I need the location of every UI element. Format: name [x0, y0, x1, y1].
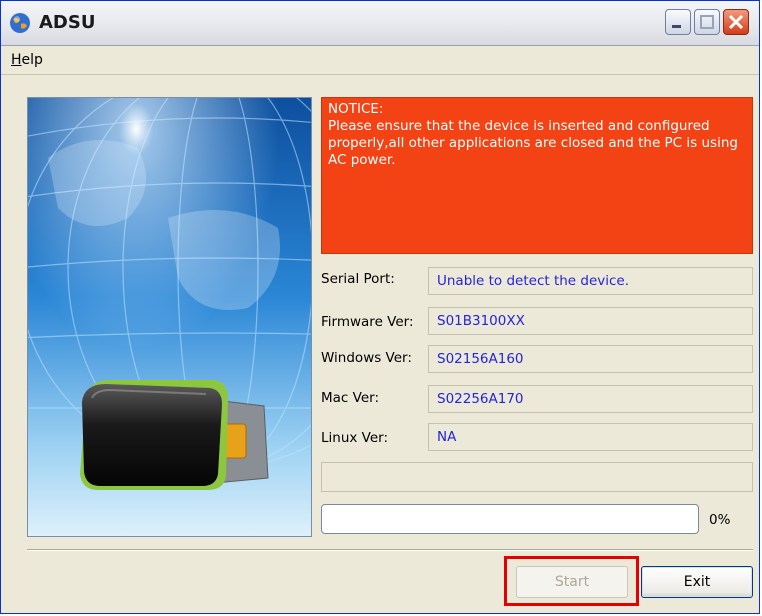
- serial-port-label: Serial Port:: [321, 271, 395, 287]
- device-banner-image: [27, 97, 312, 537]
- close-icon: [728, 14, 744, 30]
- serial-port-field: Unable to detect the device.: [428, 267, 753, 295]
- start-button[interactable]: Start: [516, 566, 628, 598]
- globe-icon: [10, 13, 30, 33]
- menu-bar: Help: [1, 46, 759, 75]
- windows-ver-field: S02156A160: [428, 345, 753, 373]
- progress-percent: 0%: [709, 512, 731, 528]
- mac-ver-label: Mac Ver:: [321, 390, 379, 406]
- firmware-ver-field: S01B3100XX: [428, 307, 753, 335]
- linux-ver-label: Linux Ver:: [321, 430, 389, 446]
- notice-panel: NOTICE: Please ensure that the device is…: [321, 97, 753, 254]
- globe-device-illustration: [28, 98, 311, 536]
- firmware-ver-label: Firmware Ver:: [321, 314, 414, 330]
- linux-ver-field: NA: [428, 423, 753, 451]
- close-button[interactable]: [723, 9, 749, 35]
- progress-bar: [321, 504, 699, 534]
- maximize-button[interactable]: [694, 9, 720, 35]
- status-field: [321, 462, 753, 492]
- minimize-button[interactable]: [665, 9, 691, 35]
- minimize-icon: [672, 25, 681, 28]
- exit-button[interactable]: Exit: [641, 566, 753, 598]
- notice-body: Please ensure that the device is inserte…: [328, 118, 738, 168]
- separator: [27, 549, 753, 551]
- adsu-window: ADSU Help NOTICE: Please ensure that the…: [0, 0, 760, 614]
- windows-ver-label: Windows Ver:: [321, 350, 412, 366]
- menu-help[interactable]: Help: [11, 52, 43, 68]
- mac-ver-field: S02256A170: [428, 385, 753, 413]
- title-bar[interactable]: ADSU: [1, 1, 759, 46]
- window-title: ADSU: [39, 12, 96, 33]
- notice-heading: NOTICE:: [328, 101, 384, 117]
- maximize-icon: [700, 15, 714, 29]
